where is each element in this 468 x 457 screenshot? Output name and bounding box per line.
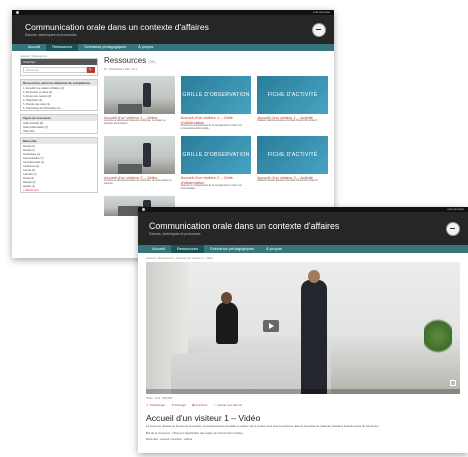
- institution-logo-icon[interactable]: [446, 221, 460, 236]
- main-nav: Accueil Ressources Scénarios pédagogique…: [12, 44, 334, 51]
- site-title[interactable]: Communication orale dans un contexte d'a…: [149, 221, 468, 231]
- site-logo-icon[interactable]: [142, 208, 145, 211]
- search-box: Chercher Rechercher 🔍: [20, 58, 98, 76]
- resource-card[interactable]: Accueil d'un visiteur 1 – Vidéo La scène…: [104, 76, 175, 131]
- nav-a-propos[interactable]: À propos: [132, 44, 159, 51]
- video-player[interactable]: [146, 262, 460, 394]
- card-title[interactable]: Accueil d'un visiteur 1 – Grille d'obser…: [181, 115, 252, 125]
- login-link[interactable]: ● Se connecter: [447, 208, 464, 211]
- video-visitor: [301, 270, 327, 394]
- card-description: Observez le comportement de la réception…: [180, 185, 242, 190]
- fullscreen-icon[interactable]: [450, 380, 456, 386]
- video-meta: Vidéo · 2:01 · 640×360: [146, 397, 173, 400]
- breadcrumb: Accueil > Ressources > Accueil d'un visi…: [146, 256, 214, 260]
- keyword-filter: Mots-clés accueil (3) activité (4) burea…: [20, 137, 98, 193]
- play-icon[interactable]: [263, 320, 279, 332]
- nav-ressources[interactable]: Ressources: [170, 245, 205, 253]
- download-button[interactable]: ⇩ Télécharger: [146, 403, 165, 408]
- main-nav: Accueil Ressources Scénarios pédagogique…: [138, 245, 468, 253]
- results-title: Ressources (36): [104, 56, 328, 65]
- search-icon[interactable]: 🔍: [87, 67, 95, 73]
- nav-ressources[interactable]: Ressources: [46, 44, 79, 51]
- nav-a-propos[interactable]: À propos: [260, 245, 288, 253]
- print-button[interactable]: 🖶 Imprimer: [192, 403, 208, 408]
- search-input[interactable]: Rechercher: [23, 67, 87, 73]
- resource-goal: But de la ressource : Observer l'applica…: [146, 430, 244, 435]
- video-controls[interactable]: [146, 389, 460, 394]
- filter-item[interactable]: 6. Transmettre de l'information (1): [21, 106, 97, 110]
- site-banner: Communication orale dans un contexte d'a…: [12, 15, 334, 44]
- search-heading: Chercher: [21, 59, 97, 65]
- institution-logo-icon[interactable]: [312, 22, 326, 37]
- nav-accueil[interactable]: Accueil: [22, 44, 46, 51]
- card-description: Réalisez l'activité associée à la vidéo …: [257, 120, 319, 122]
- site-subtitle: Savoirs, techniques et protocoles: [25, 33, 77, 37]
- document-thumbnail[interactable]: GRILLE D'OBSERVATION: [180, 76, 252, 114]
- results-area: Ressources (36) Tri : Pertinence ▾ Voir …: [104, 56, 328, 216]
- site-banner: Communication orale dans un contexte d'a…: [138, 212, 468, 245]
- card-description: La scène se déroule au bureau de l'entre…: [104, 180, 172, 185]
- card-title[interactable]: Accueil d'un visiteur 2 – Grille d'obser…: [181, 175, 252, 185]
- competency-filter: Ressources selon les éléments de compéte…: [20, 79, 98, 111]
- document-thumbnail[interactable]: FICHE D'ACTIVITÉ: [257, 76, 328, 114]
- nav-scenarios[interactable]: Scénarios pédagogiques: [204, 245, 260, 253]
- resource-title: Accueil d'un visiteur 1 – Vidéo: [146, 413, 261, 423]
- resource-description: La scène se déroule au bureau de la soci…: [146, 424, 380, 428]
- share-button[interactable]: ⟲ Partager: [171, 403, 186, 408]
- video-thumbnail[interactable]: [104, 136, 175, 174]
- show-more-link[interactable]: + Afficher plus: [21, 188, 97, 192]
- type-filter: Types de ressource Grille d'activité (8)…: [20, 114, 98, 134]
- results-title-text: Ressources: [104, 56, 147, 65]
- resource-card[interactable]: Accueil d'un visiteur 2 – Vidéo La scène…: [104, 136, 175, 191]
- resource-keywords: Mots-clés : accueil, réception, visiteur: [146, 437, 193, 442]
- results-count: (36): [148, 59, 156, 64]
- video-receptionist: [216, 292, 238, 344]
- video-thumbnail[interactable]: [104, 76, 175, 114]
- card-description: Réalisez l'activité associée à la vidéo …: [257, 180, 319, 182]
- video-plant: [424, 316, 452, 356]
- document-thumbnail[interactable]: FICHE D'ACTIVITÉ: [257, 136, 328, 174]
- nav-accueil[interactable]: Accueil: [146, 245, 171, 253]
- card-description: La scène se déroule au bureau de l'entre…: [104, 120, 166, 125]
- filter-sidebar: Chercher Rechercher 🔍 Ressources selon l…: [20, 58, 98, 196]
- resource-card[interactable]: GRILLE D'OBSERVATION Accueil d'un visite…: [180, 76, 252, 131]
- resource-actions: ⇩ Télécharger ⟲ Partager 🖶 Imprimer ♡ Aj…: [138, 401, 468, 410]
- document-thumbnail[interactable]: GRILLE D'OBSERVATION: [180, 136, 252, 174]
- resource-detail-window: ● Se connecter Communication orale dans …: [138, 207, 468, 453]
- card-description: Observez le comportement de la réception…: [180, 125, 242, 130]
- results-grid: Accueil d'un visiteur 1 – Vidéo La scène…: [104, 76, 328, 216]
- resource-card[interactable]: GRILLE D'OBSERVATION Accueil d'un visite…: [180, 136, 252, 191]
- resource-card[interactable]: FICHE D'ACTIVITÉ Accueil d'un visiteur 1…: [257, 76, 328, 131]
- favorite-button[interactable]: ♡ Ajouter aux favoris: [214, 403, 242, 408]
- site-subtitle: Savoirs, techniques et protocoles: [149, 232, 201, 236]
- site-title[interactable]: Communication orale dans un contexte d'a…: [25, 22, 334, 32]
- site-logo-icon[interactable]: [16, 11, 19, 14]
- sort-controls[interactable]: Tri : Pertinence ▾ Voir : 12 ▾: [104, 67, 328, 71]
- nav-scenarios[interactable]: Scénarios pédagogiques: [78, 44, 132, 51]
- resource-card[interactable]: FICHE D'ACTIVITÉ Accueil d'un visiteur 2…: [257, 136, 328, 191]
- login-link[interactable]: ● Se connecter: [313, 11, 330, 14]
- filter-item[interactable]: Vidéo (10): [21, 129, 97, 133]
